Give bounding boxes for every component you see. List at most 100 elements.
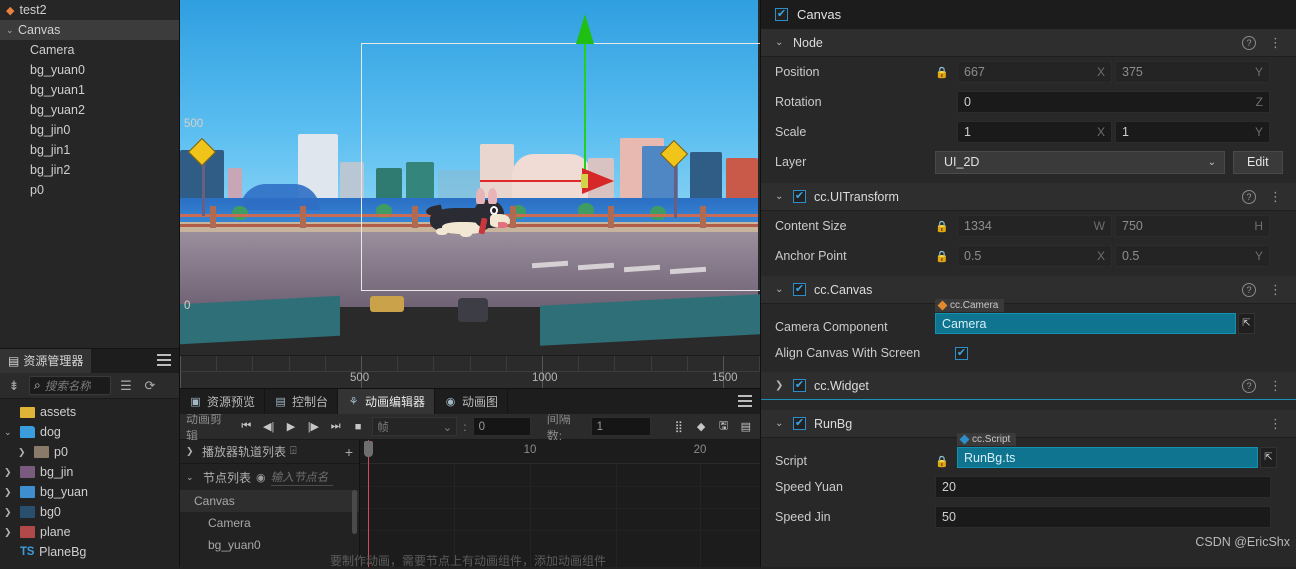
tab-preview[interactable]: ▣ 资源预览 — [180, 389, 266, 414]
layer-select[interactable]: UI_2D ⌄ — [935, 150, 1225, 174]
more-options-icon[interactable]: ⋮ — [1269, 36, 1282, 49]
gizmo-x-axis[interactable] — [480, 180, 584, 182]
position-y-input[interactable]: 375 Y — [1115, 61, 1270, 83]
playhead[interactable] — [368, 440, 369, 567]
anim-node-row-canvas[interactable]: Canvas — [180, 490, 359, 512]
stop-icon[interactable]: ■ — [350, 418, 366, 435]
help-icon[interactable]: ? — [1242, 189, 1256, 204]
chevron-right-icon[interactable]: ❯ — [4, 467, 15, 478]
speed-jin-input[interactable]: 50 — [935, 506, 1271, 528]
hierarchy-node-bg_yuan0[interactable]: ⌄bg_yuan0 — [0, 60, 179, 80]
asset-item-bg0[interactable]: ❯ bg0 — [0, 502, 179, 522]
anim-node-row-camera[interactable]: Camera — [180, 512, 359, 534]
play-icon[interactable]: ▶ — [283, 418, 299, 435]
help-icon[interactable]: ? — [1242, 378, 1256, 393]
frame-value-input[interactable]: 0 — [472, 417, 531, 436]
gizmo-y-axis[interactable] — [584, 41, 586, 182]
canvas-enabled-checkbox[interactable] — [793, 283, 806, 296]
section-uitransform-header[interactable]: ⌄ cc.UITransform ? ⋮ — [761, 183, 1296, 211]
tab-animation[interactable]: ⚘ 动画编辑器 — [338, 389, 436, 414]
chevron-right-icon[interactable]: ❯ — [4, 507, 15, 518]
hierarchy-node-bg_jin0[interactable]: ⌄bg_jin0 — [0, 120, 179, 140]
speed-yuan-input[interactable]: 20 — [935, 476, 1271, 498]
anchor-x-input[interactable]: 0.5 X — [957, 245, 1112, 267]
help-icon[interactable]: ? — [1242, 282, 1256, 297]
grid-snap-icon[interactable]: ⣿ — [671, 418, 687, 435]
chevron-right-icon[interactable]: ❯ — [4, 487, 15, 498]
asset-item-plane[interactable]: ❯ plane — [0, 522, 179, 542]
refresh-icon[interactable]: ⟳ — [141, 377, 159, 395]
lock-icon[interactable]: 🔒 — [935, 66, 957, 79]
hierarchy-node-bg_yuan2[interactable]: ⌄bg_yuan2 — [0, 100, 179, 120]
next-frame-icon[interactable]: |▶ — [305, 418, 321, 435]
eye-icon[interactable]: ◉ — [256, 471, 266, 484]
prev-frame-icon[interactable]: ◀| — [261, 418, 277, 435]
lock-icon[interactable]: 🔒 — [935, 250, 957, 263]
node-list-header[interactable]: ⌄ 节点列表 ◉ 输入节点名 — [180, 464, 359, 490]
track-list-scrollbar[interactable] — [352, 490, 357, 534]
jump-end-icon[interactable]: ⏭ — [328, 418, 344, 435]
scale-x-input[interactable]: 1 X — [957, 121, 1112, 143]
section-canvas-header[interactable]: ⌄ cc.Canvas ? ⋮ — [761, 276, 1296, 304]
uitransform-enabled-checkbox[interactable] — [793, 190, 806, 203]
scale-y-input[interactable]: 1 Y — [1115, 121, 1270, 143]
save-icon[interactable]: 🖫 — [715, 418, 731, 435]
project-root-row[interactable]: ◆ test2 — [0, 0, 179, 20]
hierarchy-node-bg_yuan1[interactable]: ⌄bg_yuan1 — [0, 80, 179, 100]
rotation-x-input[interactable]: 0 Z — [957, 91, 1270, 113]
tab-graph[interactable]: ◉ 动画图 — [435, 389, 509, 414]
timeline-ruler[interactable]: 10 20 — [360, 440, 760, 464]
timeline[interactable]: 10 20 — [360, 440, 760, 567]
list-view-icon[interactable]: ☰ — [117, 377, 135, 395]
asset-item-bg_yuan[interactable]: ❯ bg_yuan — [0, 482, 179, 502]
gizmo-center-handle[interactable] — [581, 174, 588, 188]
chevron-right-icon[interactable]: ❯ — [18, 447, 29, 458]
track-list-header[interactable]: ❯ 播放器轨道列表 ⌹ + — [180, 440, 359, 464]
chevron-right-icon[interactable]: ❯ — [4, 527, 15, 538]
keyframe-icon[interactable]: ◆ — [693, 418, 709, 435]
widget-enabled-checkbox[interactable] — [793, 379, 806, 392]
content-size-w-input[interactable]: 1334 W — [957, 215, 1112, 237]
position-x-input[interactable]: 667 X — [957, 61, 1112, 83]
more-options-icon[interactable]: ⋮ — [1269, 379, 1282, 392]
node-filter-input[interactable]: 输入节点名 — [270, 469, 333, 486]
chevron-down-icon[interactable]: ⌄ — [4, 427, 15, 438]
runbg-enabled-checkbox[interactable] — [793, 417, 806, 430]
animation-menu-icon[interactable] — [738, 395, 752, 407]
jump-start-icon[interactable]: ⏮ — [238, 418, 254, 435]
gizmo-y-arrow[interactable] — [576, 14, 594, 44]
asset-item-p0[interactable]: ❯ p0 — [0, 442, 179, 462]
assets-menu-icon[interactable] — [157, 354, 171, 366]
scene-view[interactable]: 500 0 500 1000 1500 — [180, 0, 760, 388]
hierarchy-node-canvas[interactable]: ⌄ Canvas — [0, 20, 179, 40]
asset-item-assets[interactable]: ❯assets — [0, 402, 179, 422]
frame-mode-select[interactable]: 帧 ⌄ — [372, 417, 458, 436]
script-picker-icon[interactable]: ⇱ — [1260, 447, 1277, 468]
tab-assets-manager[interactable]: ▤ 资源管理器 — [0, 349, 92, 373]
chevron-down-icon[interactable]: ⌄ — [6, 25, 18, 36]
asset-item-planebg[interactable]: ❯TSPlaneBg — [0, 542, 179, 562]
keyboard-icon[interactable]: ▤ — [738, 418, 754, 435]
filter-icon[interactable]: ⌹ — [290, 445, 297, 458]
interval-input[interactable]: 1 — [590, 417, 651, 436]
camera-component-field[interactable]: Camera — [935, 313, 1236, 334]
playhead-handle[interactable] — [364, 441, 373, 457]
sort-icon[interactable]: ⇟ — [5, 377, 23, 395]
camera-picker-icon[interactable]: ⇱ — [1238, 313, 1255, 334]
node-enabled-checkbox[interactable] — [775, 8, 788, 21]
section-node-header[interactable]: ⌄ Node ? ⋮ — [761, 29, 1296, 57]
hierarchy-node-bg_jin1[interactable]: ⌄bg_jin1 — [0, 140, 179, 160]
section-widget-header[interactable]: ❯ cc.Widget ? ⋮ — [761, 372, 1296, 400]
script-field[interactable]: RunBg.ts — [957, 447, 1258, 468]
hierarchy-node-camera[interactable]: ⌄Camera — [0, 40, 179, 60]
more-options-icon[interactable]: ⋮ — [1269, 417, 1282, 430]
add-track-button[interactable]: + — [345, 444, 353, 460]
asset-item-dog[interactable]: ⌄ dog — [0, 422, 179, 442]
more-options-icon[interactable]: ⋮ — [1269, 190, 1282, 203]
section-runbg-header[interactable]: ⌄ RunBg ⋮ — [761, 410, 1296, 438]
hierarchy-node-bg_jin2[interactable]: ⌄bg_jin2 — [0, 160, 179, 180]
more-options-icon[interactable]: ⋮ — [1269, 283, 1282, 296]
align-canvas-checkbox[interactable] — [955, 346, 968, 360]
layer-edit-button[interactable]: Edit — [1233, 150, 1283, 174]
anchor-y-input[interactable]: 0.5 Y — [1115, 245, 1270, 267]
